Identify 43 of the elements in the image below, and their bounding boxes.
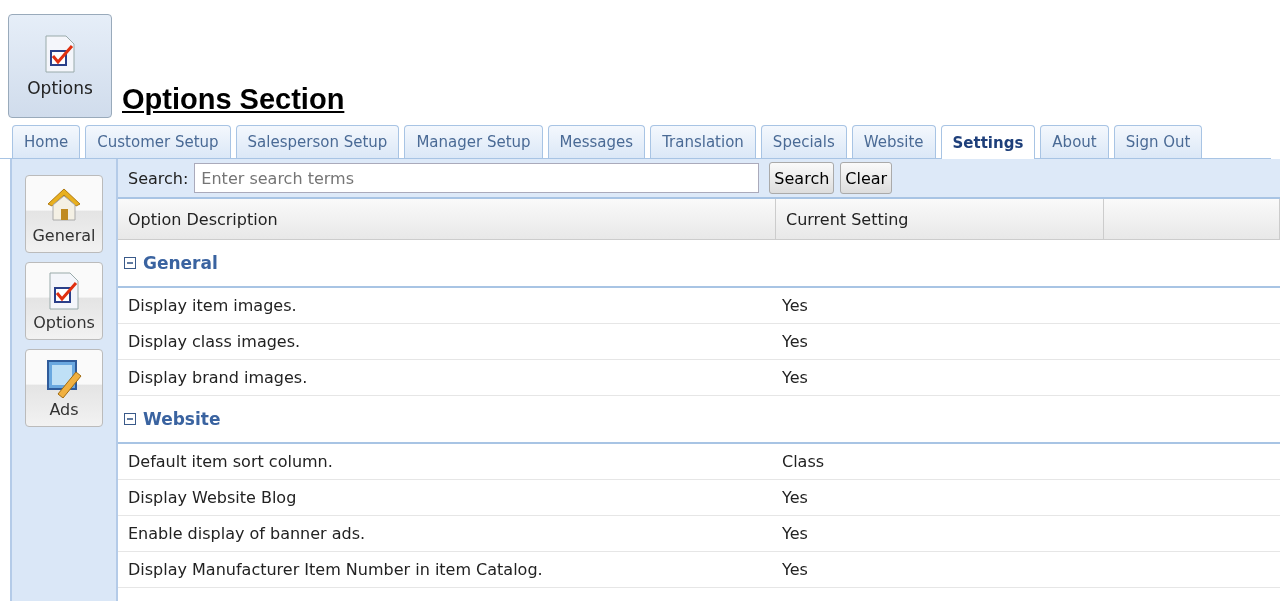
options-icon-button[interactable]: Options xyxy=(8,14,112,118)
nav-tab[interactable]: Translation xyxy=(650,125,756,158)
search-field[interactable]: Enter search terms xyxy=(194,163,760,193)
nav-tab[interactable]: Salesperson Setup xyxy=(235,125,400,158)
table-cell-text: Display brand images. xyxy=(127,368,309,387)
nav-tab[interactable]: Sign Out xyxy=(1113,125,1203,158)
table-cell-text: Display item images. xyxy=(127,296,298,315)
table-cell-text: Yes xyxy=(781,368,809,387)
nav-tab[interactable]: Messages xyxy=(547,125,646,158)
table-cell-text: Display class images. xyxy=(127,332,302,351)
column-header[interactable]: Current Setting xyxy=(776,199,1104,239)
search-label: Search: xyxy=(128,168,189,188)
table-cell-text: Yes xyxy=(781,560,809,579)
table-cell-text: Yes xyxy=(781,296,809,315)
nav-tab[interactable]: Customer Setup xyxy=(85,125,231,158)
nav-tab[interactable]: Website xyxy=(851,125,936,158)
group-title: General xyxy=(143,253,218,273)
sidebar-item[interactable]: Ads xyxy=(25,349,103,427)
nav-tab[interactable]: Specials xyxy=(760,125,847,158)
table-cell-text: Class xyxy=(781,452,826,471)
sidebar-item[interactable]: General xyxy=(25,175,103,253)
action-button[interactable]: Search xyxy=(769,162,835,194)
collapse-icon[interactable] xyxy=(124,257,136,269)
table-cell-text: Display Website Blog xyxy=(127,488,298,507)
sidebar-item[interactable]: Options xyxy=(25,262,103,340)
section-title: Options Section xyxy=(122,83,345,116)
action-button[interactable]: Clear xyxy=(840,162,893,194)
checklist-icon xyxy=(46,270,82,311)
nav-tab[interactable]: Settings xyxy=(940,125,1036,159)
nav-tab[interactable]: Home xyxy=(12,125,81,158)
group-title: Website xyxy=(143,409,221,429)
table-cell-text: Display Manufacturer Item Number in item Catalog. xyxy=(127,560,544,579)
checklist-icon xyxy=(42,34,78,74)
column-header[interactable]: Option Description xyxy=(118,199,776,239)
table-cell-text: Yes xyxy=(781,524,809,543)
table-cell-text: Enable display of banner ads. xyxy=(127,524,367,543)
table-cell-text: Default item sort column. xyxy=(127,452,334,471)
collapse-icon[interactable] xyxy=(124,413,136,425)
nav-tab[interactable]: Manager Setup xyxy=(404,125,543,158)
table-cell-text: Yes xyxy=(781,332,809,351)
table-cell-text: Yes xyxy=(781,488,809,507)
nav-tab[interactable]: About xyxy=(1040,125,1109,158)
picture-pencil-icon xyxy=(44,357,84,398)
